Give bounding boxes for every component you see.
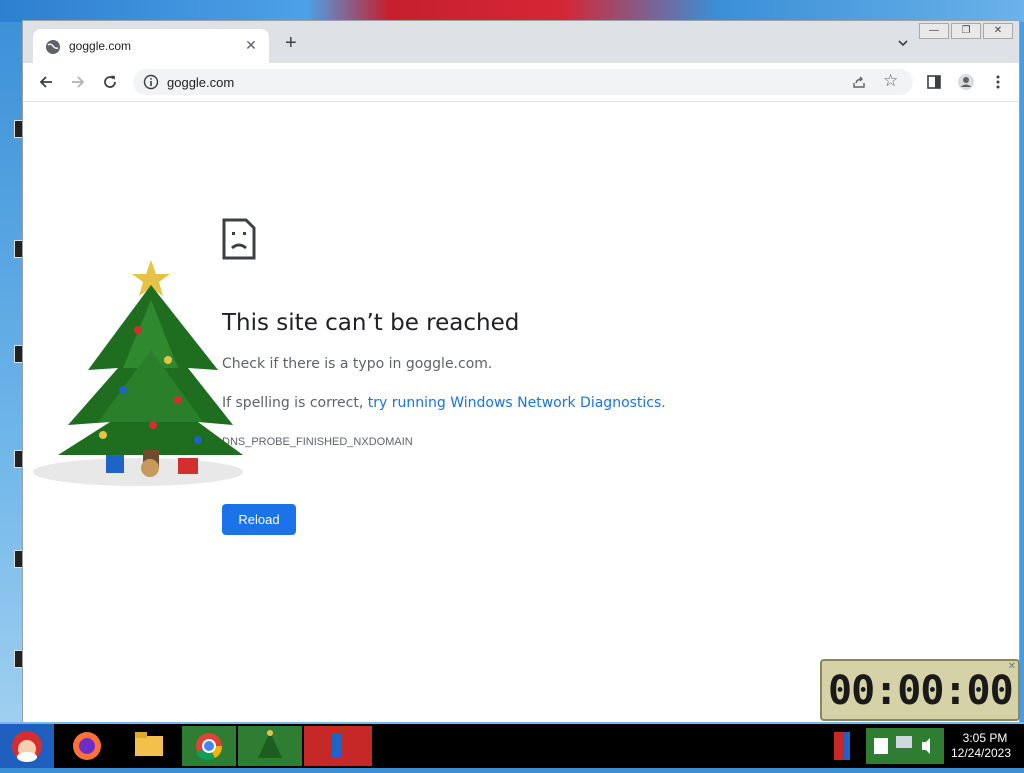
christmas-tree-gadget[interactable] (28, 250, 258, 495)
countdown-timer-gadget[interactable]: 00:00:00 ✕ (820, 659, 1020, 721)
forward-arrow-icon[interactable] (69, 73, 87, 91)
bookmark-star-icon[interactable]: ☆ (883, 72, 898, 90)
error-suggestion-diagnostics: If spelling is correct, try running Wind… (222, 395, 666, 411)
tab-strip: goggle.com ✕ + — ❐ ✕ (23, 21, 1019, 63)
reload-button[interactable]: Reload (222, 504, 296, 535)
action-center-icon[interactable] (874, 738, 888, 754)
start-button[interactable] (0, 724, 54, 768)
back-arrow-icon[interactable] (37, 73, 55, 91)
countdown-display: 00:00:00 (828, 668, 1014, 714)
share-icon[interactable] (851, 74, 867, 90)
info-icon[interactable] (143, 74, 159, 90)
error-suggestion-typo: Check if there is a typo in goggle.com. (222, 356, 493, 372)
tree-gadget-taskbar-icon[interactable] (238, 726, 302, 766)
gadget-close-icon[interactable]: ✕ (1008, 661, 1016, 672)
globe-icon (46, 40, 60, 54)
system-tray (866, 728, 944, 764)
toolbar: goggle.com ☆ (23, 63, 1019, 102)
desktop-top-strip (0, 0, 1024, 22)
volume-icon[interactable] (922, 738, 930, 754)
address-bar[interactable]: goggle.com ☆ (133, 69, 913, 95)
clock-time[interactable]: 3:05 PM (952, 731, 1018, 745)
network-icon[interactable] (896, 736, 912, 748)
reload-icon[interactable] (101, 73, 119, 91)
chrome-taskbar-icon[interactable] (182, 726, 236, 766)
more-menu-icon[interactable] (989, 73, 1007, 91)
close-button[interactable]: ✕ (983, 23, 1013, 39)
firefox-icon[interactable] (68, 726, 106, 766)
url-text: goggle.com (167, 75, 235, 90)
side-panel-icon[interactable] (925, 73, 943, 91)
maximize-button[interactable]: ❐ (951, 23, 981, 39)
tray-flag-icon[interactable] (832, 726, 854, 766)
minimize-button[interactable]: — (919, 23, 949, 39)
profile-avatar-icon[interactable] (957, 73, 975, 91)
clock-date[interactable]: 12/24/2023 (946, 746, 1016, 760)
window-controls: — ❐ ✕ (919, 23, 1013, 39)
tab-goggle[interactable]: goggle.com ✕ (33, 29, 269, 63)
tab-close-icon[interactable]: ✕ (243, 37, 259, 54)
santa-start-icon (12, 731, 42, 762)
red-app-taskbar-icon[interactable] (304, 726, 372, 766)
taskbar: 3:05 PM 12/24/2023 (0, 724, 1024, 768)
diagnostics-link[interactable]: try running Windows Network Diagnostics (368, 395, 662, 411)
tab-title: goggle.com (69, 39, 132, 53)
file-explorer-icon[interactable] (130, 726, 168, 766)
chevron-down-icon[interactable] (897, 37, 909, 49)
diagnostics-suffix: . (661, 395, 666, 411)
error-title: This site can’t be reached (222, 310, 520, 336)
new-tab-button[interactable]: + (285, 33, 297, 53)
